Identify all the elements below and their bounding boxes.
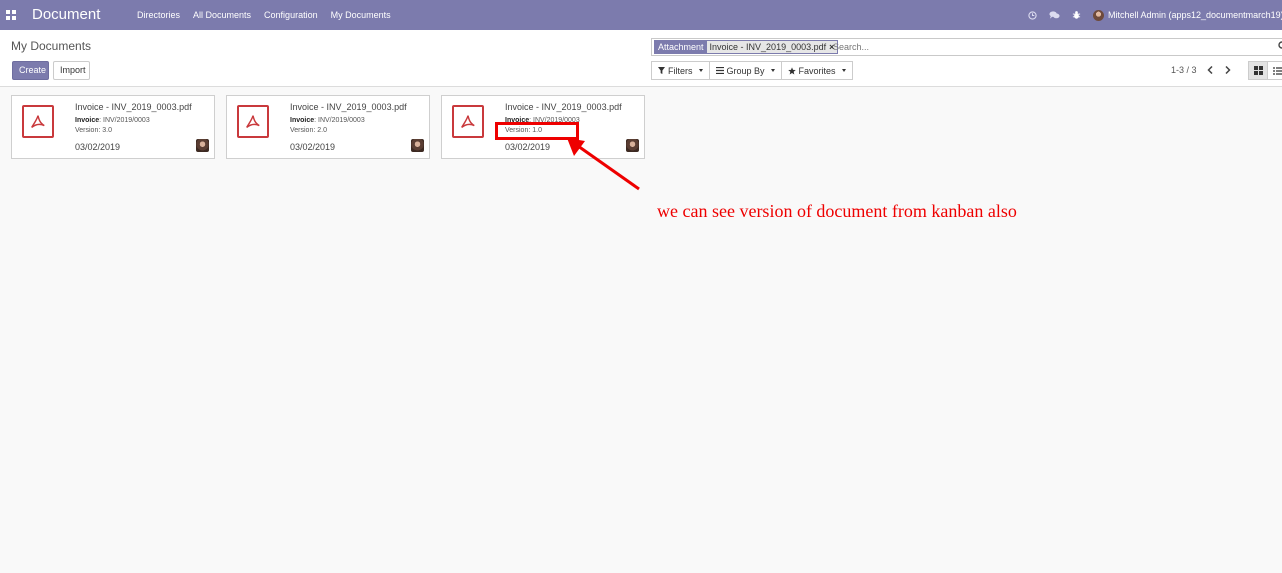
- filters-button[interactable]: Filters: [651, 61, 710, 80]
- list-view-button[interactable]: [1267, 61, 1282, 80]
- chevron-down-icon: [841, 69, 846, 72]
- search-icon[interactable]: [1278, 41, 1282, 53]
- document-date: 03/02/2019: [75, 142, 121, 152]
- invoice-ref: Invoice: INV/2019/0003: [75, 117, 150, 124]
- list-icon: [715, 67, 724, 74]
- user-menu[interactable]: Mitchell Admin (apps12_documentmarch19): [1093, 9, 1282, 21]
- filters-label: Filters: [668, 65, 693, 76]
- search-input[interactable]: [833, 40, 1273, 54]
- breadcrumb: My Documents: [11, 39, 92, 53]
- bug-icon[interactable]: [1070, 9, 1082, 21]
- search-options: Filters Group By Favorites: [651, 61, 853, 80]
- avatar: [1093, 9, 1104, 21]
- menu-item-all-documents[interactable]: All Documents: [193, 10, 251, 20]
- invoice-label: Invoice: [290, 117, 315, 124]
- control-panel: My Documents Create Import Attachment In…: [0, 30, 1282, 87]
- favorites-button[interactable]: Favorites: [780, 61, 853, 80]
- facet-values: Invoice - INV_2019_0003.pdf ×: [706, 41, 838, 53]
- document-date: 03/02/2019: [505, 142, 551, 152]
- kanban-card[interactable]: Invoice - INV_2019_0003.pdf Invoice: INV…: [226, 95, 430, 159]
- kanban-view: Invoice - INV_2019_0003.pdf Invoice: INV…: [0, 87, 1282, 573]
- search-facet[interactable]: Attachment Invoice - INV_2019_0003.pdf ×: [654, 40, 839, 54]
- pdf-file-icon: [237, 105, 269, 138]
- avatar: [626, 139, 639, 152]
- user-name: Mitchell Admin (apps12_documentmarch19): [1108, 10, 1282, 20]
- apps-menu-icon[interactable]: [6, 10, 16, 20]
- list-view-icon: [1272, 66, 1282, 75]
- invoice-label: Invoice: [75, 117, 100, 124]
- top-navbar: Document Directories All Documents Confi…: [0, 0, 1282, 30]
- document-name: Invoice - INV_2019_0003.pdf: [505, 102, 622, 112]
- clock-icon[interactable]: [1026, 9, 1038, 21]
- document-date: 03/02/2019: [290, 142, 336, 152]
- pdf-file-icon: [22, 105, 54, 138]
- invoice-value: : INV/2019/0003: [314, 117, 365, 124]
- kanban-view-button[interactable]: [1248, 61, 1268, 80]
- kanban-card[interactable]: Invoice - INV_2019_0003.pdf Invoice: INV…: [441, 95, 645, 159]
- favorites-label: Favorites: [798, 65, 836, 76]
- view-switcher: [1248, 61, 1282, 80]
- facet-label: Attachment: [655, 41, 707, 53]
- menu-item-my-documents[interactable]: My Documents: [331, 10, 391, 20]
- pager: 1-3 / 3: [1171, 65, 1241, 75]
- filter-icon: [658, 67, 665, 74]
- star-icon: [787, 66, 796, 75]
- chevron-left-icon[interactable]: [1205, 65, 1215, 75]
- kanban-card[interactable]: Invoice - INV_2019_0003.pdf Invoice: INV…: [11, 95, 215, 159]
- groupby-button[interactable]: Group By: [708, 61, 782, 80]
- pager-value[interactable]: 1-3 / 3: [1171, 65, 1197, 75]
- chevron-down-icon: [770, 69, 775, 72]
- version-text: Version: 3.0: [75, 127, 112, 134]
- chevron-right-icon[interactable]: [1223, 65, 1233, 75]
- avatar: [196, 139, 209, 152]
- main-menu: Directories All Documents Configuration …: [137, 10, 391, 20]
- pdf-file-icon: [452, 105, 484, 138]
- version-text: Version: 1.0: [505, 127, 542, 134]
- menu-item-directories[interactable]: Directories: [137, 10, 180, 20]
- kanban-icon: [1253, 66, 1263, 75]
- search-bar: Attachment Invoice - INV_2019_0003.pdf ×: [651, 38, 1282, 56]
- invoice-ref: Invoice: INV/2019/0003: [290, 117, 365, 124]
- import-button[interactable]: Import: [53, 61, 90, 80]
- invoice-value: : INV/2019/0003: [529, 117, 580, 124]
- avatar: [411, 139, 424, 152]
- invoice-value: : INV/2019/0003: [99, 117, 150, 124]
- chat-icon[interactable]: [1048, 9, 1060, 21]
- facet-value: Invoice - INV_2019_0003.pdf: [709, 42, 827, 52]
- document-name: Invoice - INV_2019_0003.pdf: [290, 102, 407, 112]
- chevron-down-icon: [698, 69, 703, 72]
- systray: Mitchell Admin (apps12_documentmarch19): [1026, 8, 1282, 22]
- invoice-label: Invoice: [505, 117, 530, 124]
- invoice-ref: Invoice: INV/2019/0003: [505, 117, 580, 124]
- version-text: Version: 2.0: [290, 127, 327, 134]
- annotation-text: we can see version of document from kanb…: [657, 201, 1017, 221]
- groupby-label: Group By: [726, 65, 765, 76]
- create-button[interactable]: Create: [12, 61, 49, 80]
- menu-item-configuration[interactable]: Configuration: [264, 10, 318, 20]
- app-title[interactable]: Document: [32, 6, 100, 23]
- document-name: Invoice - INV_2019_0003.pdf: [75, 102, 192, 112]
